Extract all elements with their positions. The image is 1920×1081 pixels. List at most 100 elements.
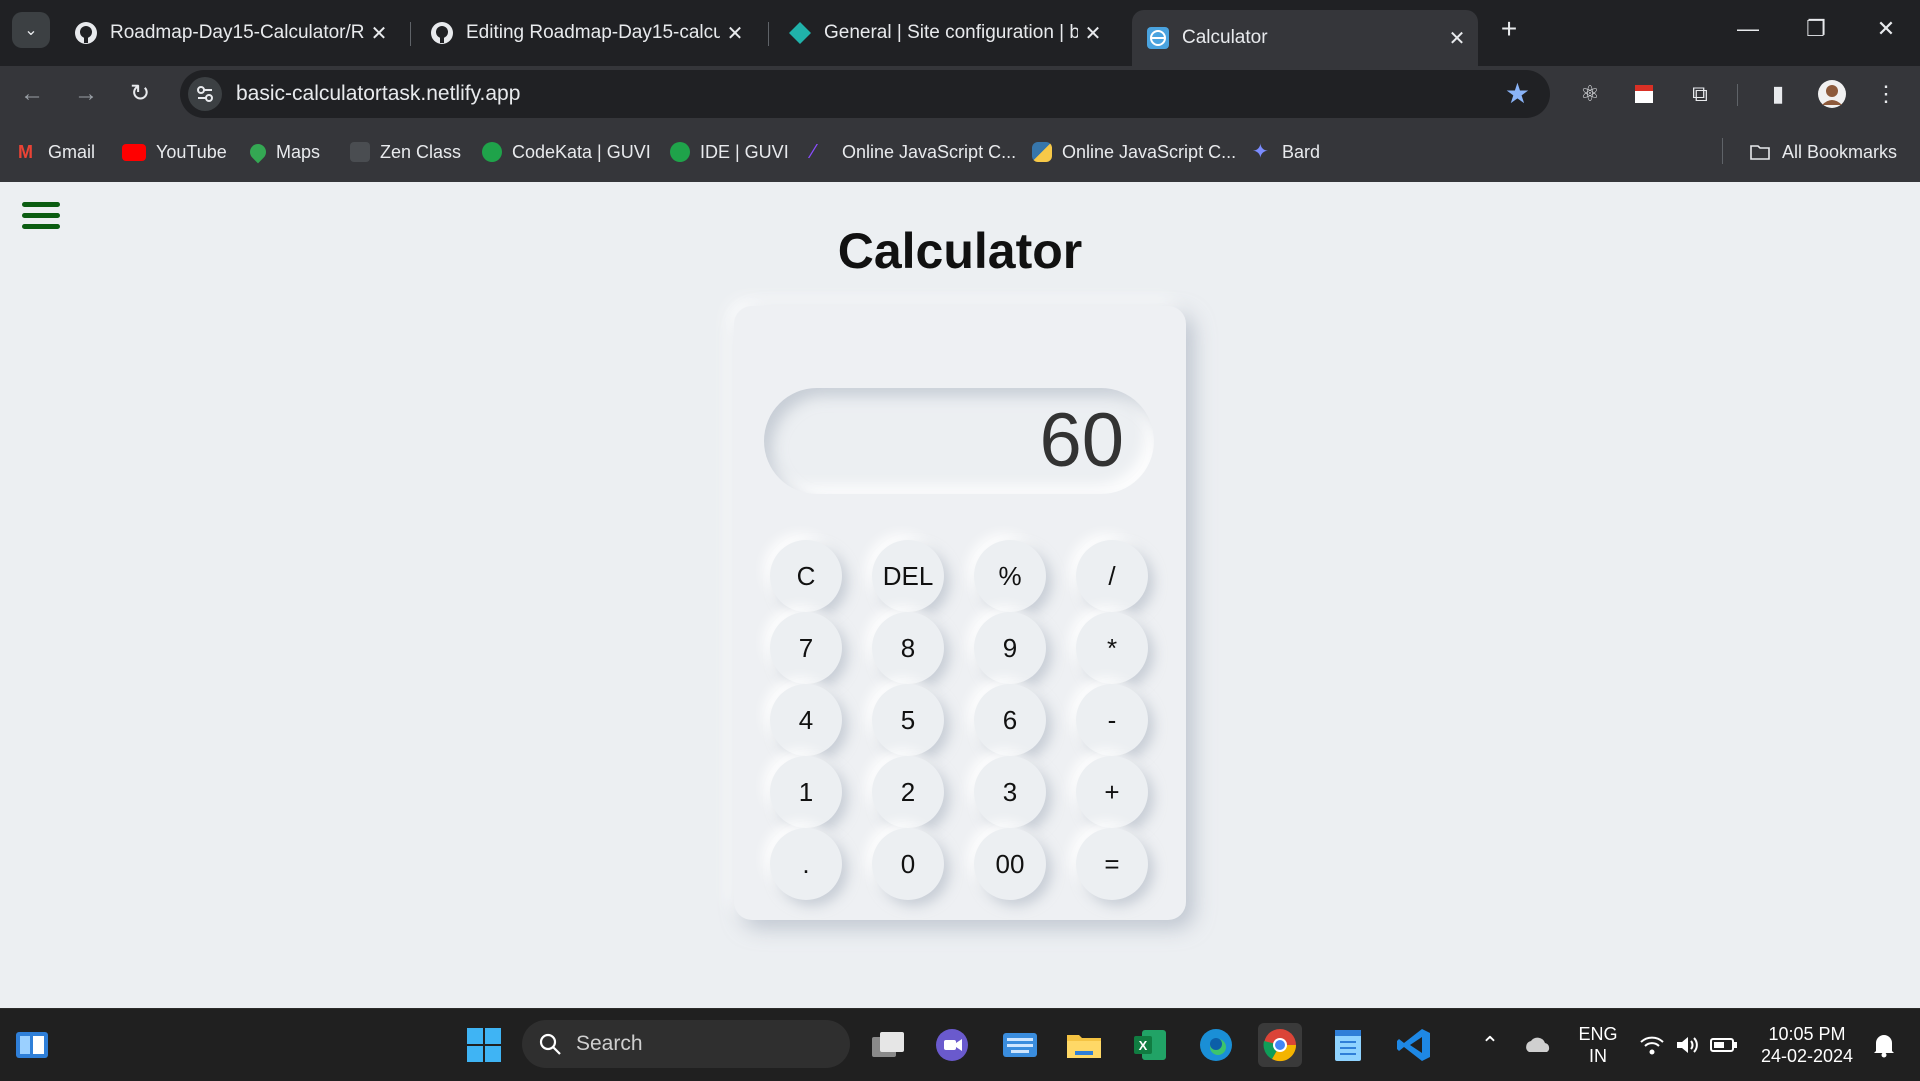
extension-calendar-icon[interactable]: [1628, 78, 1660, 110]
key-clear[interactable]: C: [770, 540, 842, 612]
excel-icon[interactable]: X: [1128, 1023, 1172, 1067]
close-icon[interactable]: ✕: [364, 21, 394, 46]
key-divide[interactable]: /: [1076, 540, 1148, 612]
close-icon[interactable]: ✕: [1078, 21, 1108, 46]
bookmarks-divider: [1722, 138, 1723, 164]
key-1[interactable]: 1: [770, 756, 842, 828]
bookmark-maps[interactable]: Maps: [246, 138, 320, 166]
close-window-button[interactable]: ✕: [1866, 14, 1906, 44]
close-icon: ✕: [1876, 16, 1896, 41]
language-code: ENG: [1578, 1024, 1618, 1044]
key-00[interactable]: 00: [974, 828, 1046, 900]
minimize-button[interactable]: —: [1728, 14, 1768, 44]
site-info-button[interactable]: [188, 77, 222, 111]
folder-icon: [1750, 145, 1770, 160]
tab-title: Roadmap-Day15-Calculator/README: [110, 22, 364, 43]
address-bar[interactable]: basic-calculatortask.netlify.app ★: [180, 70, 1550, 118]
tab-title: Editing Roadmap-Day15-calculator: [466, 22, 720, 43]
tab-netlify-config[interactable]: General | Site configuration | basic ✕: [774, 10, 1114, 56]
key-delete[interactable]: DEL: [872, 540, 944, 612]
taskbar-search-box[interactable]: Search: [522, 1020, 850, 1068]
display-value: 60: [1039, 398, 1124, 483]
clock-date: 24-02-2024: [1760, 1046, 1854, 1066]
key-3[interactable]: 3: [974, 756, 1046, 828]
back-button[interactable]: ←: [16, 78, 48, 110]
edge-icon[interactable]: [1194, 1023, 1238, 1067]
key-decimal[interactable]: .: [770, 828, 842, 900]
key-5[interactable]: 5: [872, 684, 944, 756]
bookmark-label: Online JavaScript C...: [1062, 141, 1237, 162]
task-view-icon[interactable]: [866, 1023, 910, 1067]
key-6[interactable]: 6: [974, 684, 1046, 756]
arrow-right-icon: →: [74, 80, 98, 107]
calculator-panel: 60 C DEL % / 7 8 9 * 4 5 6 - 1 2 3 + . 0…: [734, 306, 1186, 920]
windows-start-icon[interactable]: [462, 1023, 506, 1067]
page-content: Calculator 60 C DEL % / 7 8 9 * 4 5 6 - …: [0, 182, 1920, 1008]
notepad-icon[interactable]: [1326, 1023, 1370, 1067]
github-icon: [431, 22, 453, 44]
chrome-icon[interactable]: [1258, 1023, 1302, 1067]
tab-roadmap-readme[interactable]: Roadmap-Day15-Calculator/README ✕: [60, 10, 400, 56]
keyboard-app-icon[interactable]: [998, 1023, 1042, 1067]
zen-class-icon: [350, 142, 370, 162]
bookmark-ide-guvi[interactable]: IDE | GUVI: [670, 138, 789, 166]
tune-icon: [197, 86, 213, 102]
tab-strip: ⌄ Roadmap-Day15-Calculator/README ✕ Edit…: [0, 0, 1920, 66]
restore-button[interactable]: ❐: [1796, 14, 1836, 44]
arrow-left-icon: ←: [20, 80, 44, 107]
battery-icon[interactable]: [1702, 1023, 1746, 1067]
key-8[interactable]: 8: [872, 612, 944, 684]
bookmark-star-icon[interactable]: ★: [1505, 78, 1530, 110]
key-multiply[interactable]: *: [1076, 612, 1148, 684]
search-placeholder: Search: [576, 1032, 643, 1055]
python-icon: [1032, 142, 1052, 162]
react-devtools-icon[interactable]: ⚛: [1574, 78, 1606, 110]
bookmark-codekata[interactable]: CodeKata | GUVI: [482, 138, 651, 166]
bookmark-js-compiler-python[interactable]: Online JavaScript C...: [1032, 138, 1236, 166]
teams-chat-icon[interactable]: [930, 1023, 974, 1067]
minimize-icon: —: [1737, 16, 1759, 41]
key-percent[interactable]: %: [974, 540, 1046, 612]
profile-avatar[interactable]: [1816, 78, 1848, 110]
file-explorer-icon[interactable]: [1062, 1023, 1106, 1067]
bookmark-youtube[interactable]: YouTube: [122, 138, 227, 166]
chevron-up-icon[interactable]: ⌃: [1468, 1023, 1512, 1067]
bookmark-label: IDE | GUVI: [700, 141, 789, 162]
close-icon[interactable]: ✕: [720, 21, 750, 46]
key-add[interactable]: +: [1076, 756, 1148, 828]
calculator-display: 60: [764, 388, 1154, 494]
bookmark-zen-class[interactable]: Zen Class: [350, 138, 461, 166]
new-tab-button[interactable]: +: [1494, 14, 1524, 44]
side-panel-icon[interactable]: ▮: [1762, 78, 1794, 110]
tab-editing-roadmap[interactable]: Editing Roadmap-Day15-calculator ✕: [416, 10, 756, 56]
key-9[interactable]: 9: [974, 612, 1046, 684]
bookmark-js-compiler[interactable]: ⁄ Online JavaScript C...: [812, 138, 1016, 166]
key-equals[interactable]: =: [1076, 828, 1148, 900]
bookmark-gmail[interactable]: M Gmail: [18, 138, 95, 166]
plus-icon: +: [1500, 13, 1518, 44]
tab-divider: [410, 22, 411, 46]
key-7[interactable]: 7: [770, 612, 842, 684]
all-bookmarks-button[interactable]: All Bookmarks: [1748, 138, 1897, 166]
notification-bell-icon[interactable]: [1862, 1023, 1906, 1067]
forward-button[interactable]: →: [70, 78, 102, 110]
reload-button[interactable]: ↻: [124, 78, 156, 110]
menu-kebab-icon[interactable]: ⋮: [1870, 78, 1902, 110]
language-indicator[interactable]: ENG IN: [1574, 1023, 1622, 1067]
widgets-icon[interactable]: [10, 1023, 54, 1067]
key-subtract[interactable]: -: [1076, 684, 1148, 756]
key-0[interactable]: 0: [872, 828, 944, 900]
onedrive-icon[interactable]: [1516, 1023, 1560, 1067]
clock[interactable]: 10:05 PM 24-02-2024: [1752, 1023, 1862, 1067]
extensions-puzzle-icon[interactable]: ⧉: [1684, 78, 1716, 110]
key-2[interactable]: 2: [872, 756, 944, 828]
key-4[interactable]: 4: [770, 684, 842, 756]
vscode-icon[interactable]: [1392, 1023, 1436, 1067]
tab-title: General | Site configuration | basic: [824, 22, 1078, 43]
close-icon[interactable]: ✕: [1442, 26, 1472, 51]
guvi-icon: [670, 142, 690, 162]
bookmark-label: Zen Class: [380, 141, 462, 162]
tab-calculator[interactable]: Calculator ✕: [1132, 10, 1478, 66]
bookmark-bard[interactable]: ✦ Bard: [1252, 138, 1320, 166]
tab-search-button[interactable]: ⌄: [12, 12, 50, 48]
